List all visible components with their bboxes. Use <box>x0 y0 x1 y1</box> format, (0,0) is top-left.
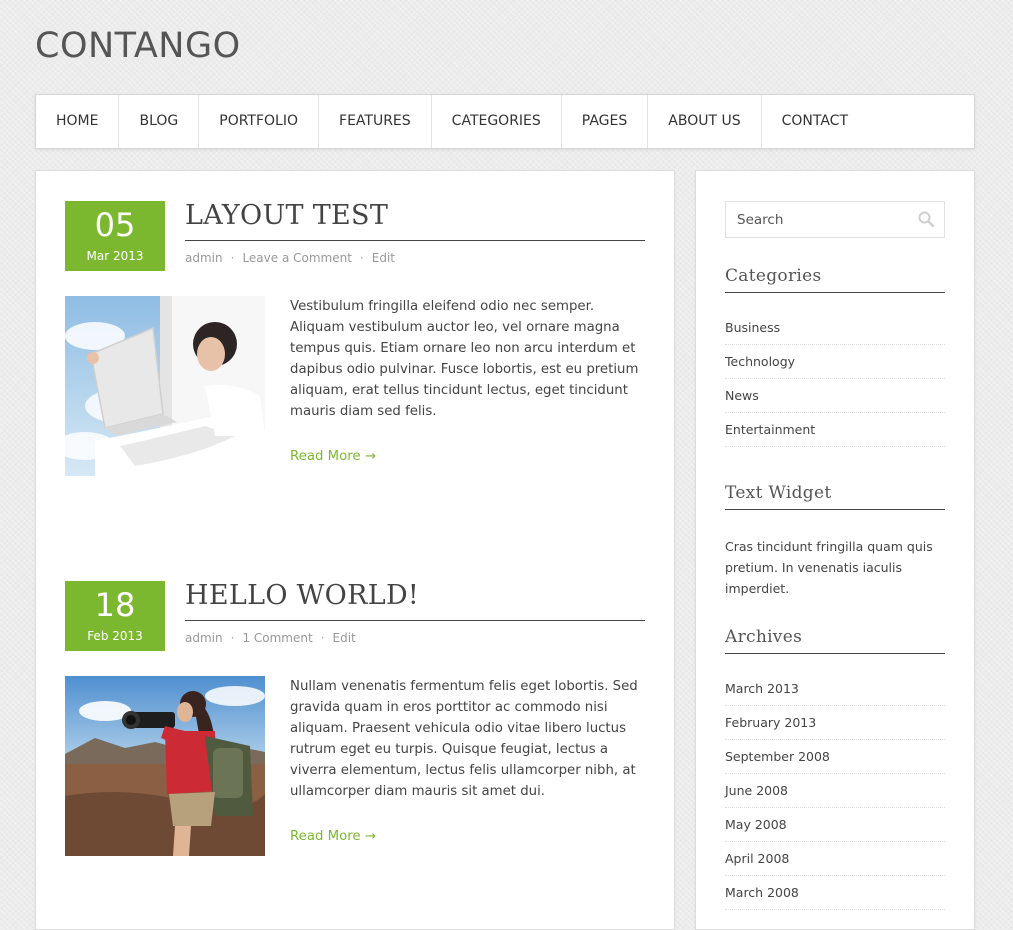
category-item[interactable]: Technology <box>725 345 945 379</box>
meta-separator: · <box>230 631 235 645</box>
archive-item[interactable]: February 2013 <box>725 706 945 740</box>
read-more-link[interactable]: Read More → <box>290 829 376 844</box>
site-title[interactable]: CONTANGO <box>35 24 241 68</box>
categories-list: Business Technology News Entertainment <box>725 311 945 447</box>
post-thumbnail-photographer[interactable] <box>65 676 265 856</box>
main-nav: HOME BLOG PORTFOLIO FEATURES CATEGORIES … <box>35 94 975 149</box>
nav-item-pages[interactable]: PAGES <box>562 95 649 148</box>
nav-item-about-us[interactable]: ABOUT US <box>648 95 762 148</box>
search-icon[interactable] <box>917 210 935 228</box>
nav-item-features[interactable]: FEATURES <box>319 95 432 148</box>
meta-separator: · <box>320 631 325 645</box>
search-form <box>725 201 945 238</box>
text-widget-title: Text Widget <box>725 482 945 510</box>
post-meta: admin · Leave a Comment · Edit <box>185 251 395 265</box>
post-edit-link[interactable]: Edit <box>372 251 395 265</box>
text-widget-body: Cras tincidunt fringilla quam quis preti… <box>725 539 933 596</box>
post-thumbnail-woman-laptop[interactable] <box>65 296 265 476</box>
meta-separator: · <box>359 251 364 265</box>
post-date-month: Mar 2013 <box>86 249 144 263</box>
category-item[interactable]: Business <box>725 311 945 345</box>
main-content: 05 Mar 2013 LAYOUT TEST admin · Leave a Co… <box>35 170 675 930</box>
post-meta: admin · 1 Comment · Edit <box>185 631 356 645</box>
post-author-link[interactable]: admin <box>185 631 223 645</box>
nav-item-blog[interactable]: BLOG <box>119 95 200 148</box>
archive-item[interactable]: June 2008 <box>725 774 945 808</box>
meta-separator: · <box>230 251 235 265</box>
archive-item[interactable]: May 2008 <box>725 808 945 842</box>
post-comments-link[interactable]: 1 Comment <box>242 631 312 645</box>
post: 18 Feb 2013 HELLO WORLD! admin · 1 Comment… <box>65 581 646 871</box>
post-author-link[interactable]: admin <box>185 251 223 265</box>
category-item[interactable]: News <box>725 379 945 413</box>
categories-widget-title: Categories <box>725 265 945 293</box>
nav-item-home[interactable]: HOME <box>36 95 120 148</box>
category-item[interactable]: Entertainment <box>725 413 945 447</box>
nav-item-categories[interactable]: CATEGORIES <box>432 95 562 148</box>
archives-widget-title: Archives <box>725 626 945 654</box>
post-date-badge: 05 Mar 2013 <box>65 201 165 271</box>
sidebar: Categories Business Technology News Ente… <box>695 170 975 930</box>
archive-item[interactable]: March 2008 <box>725 876 945 910</box>
read-more-link[interactable]: Read More → <box>290 449 376 464</box>
archive-item[interactable]: March 2013 <box>725 672 945 706</box>
search-input[interactable] <box>726 202 906 237</box>
post: 05 Mar 2013 LAYOUT TEST admin · Leave a Co… <box>65 201 646 491</box>
archives-list: March 2013 February 2013 September 2008 … <box>725 672 945 910</box>
post-date-day: 05 <box>94 206 136 244</box>
post-excerpt: Nullam venenatis fermentum felis eget lo… <box>290 679 638 799</box>
post-date-day: 18 <box>94 586 136 624</box>
nav-item-contact[interactable]: CONTACT <box>762 95 868 148</box>
nav-item-portfolio[interactable]: PORTFOLIO <box>199 95 320 148</box>
post-comments-link[interactable]: Leave a Comment <box>242 251 351 265</box>
archive-item[interactable]: September 2008 <box>725 740 945 774</box>
post-date-month: Feb 2013 <box>87 629 143 643</box>
post-date-badge: 18 Feb 2013 <box>65 581 165 651</box>
post-edit-link[interactable]: Edit <box>333 631 356 645</box>
post-title[interactable]: HELLO WORLD! <box>185 581 645 621</box>
post-excerpt: Vestibulum fringilla eleifend odio nec s… <box>290 299 639 419</box>
archive-item[interactable]: April 2008 <box>725 842 945 876</box>
post-title[interactable]: LAYOUT TEST <box>185 201 645 241</box>
